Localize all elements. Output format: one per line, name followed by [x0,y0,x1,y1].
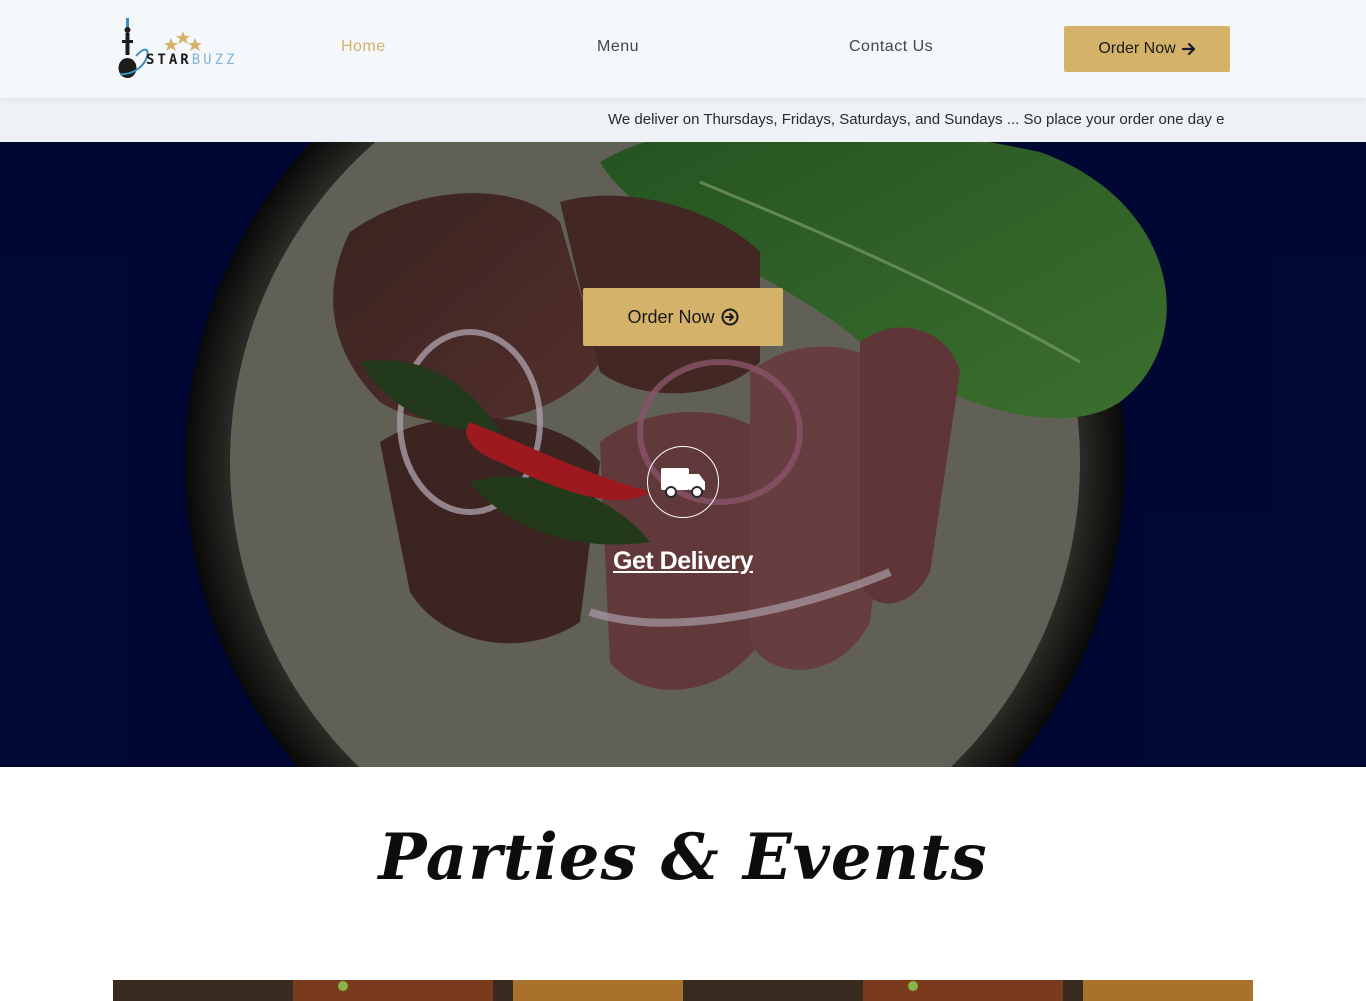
parties-events-title: Parties & Events [378,820,988,895]
truck-icon [661,468,705,498]
event-card-image-left[interactable] [113,980,683,1001]
nav-menu-link[interactable]: Menu [597,38,639,56]
starbuzz-logo[interactable]: STARBUZZ [116,16,236,80]
food-image-right [683,980,1253,1001]
announcement-ticker: We deliver on Thursdays, Fridays, Saturd… [0,98,1366,142]
arrow-right-icon [1181,42,1195,56]
logo-word-buzz: BUZZ [191,52,238,68]
hero-order-now-button[interactable]: Order Now [583,288,783,346]
get-delivery-link[interactable]: Get Delivery [583,547,783,576]
logo-word-star: STAR [146,52,192,68]
arrow-circle-right-icon [721,308,739,326]
nav-home-link[interactable]: Home [341,38,386,56]
hero-order-now-label: Order Now [627,306,715,327]
delivery-icon-circle[interactable] [647,446,719,518]
header-order-now-label: Order Now [1098,40,1176,57]
logo-wordmark: STARBUZZ [146,52,237,68]
hookah-logo-icon [118,18,202,78]
nav-contact-link[interactable]: Contact Us [849,38,933,56]
hero-section: Order Now Get Delivery [0,142,1366,767]
food-image-left [113,980,683,1001]
ticker-text: We deliver on Thursdays, Fridays, Saturd… [608,111,1225,128]
event-card-image-right[interactable] [683,980,1253,1001]
site-header: STARBUZZ Home Menu Contact Us Order Now [0,0,1366,98]
header-order-now-button[interactable]: Order Now [1064,26,1230,72]
